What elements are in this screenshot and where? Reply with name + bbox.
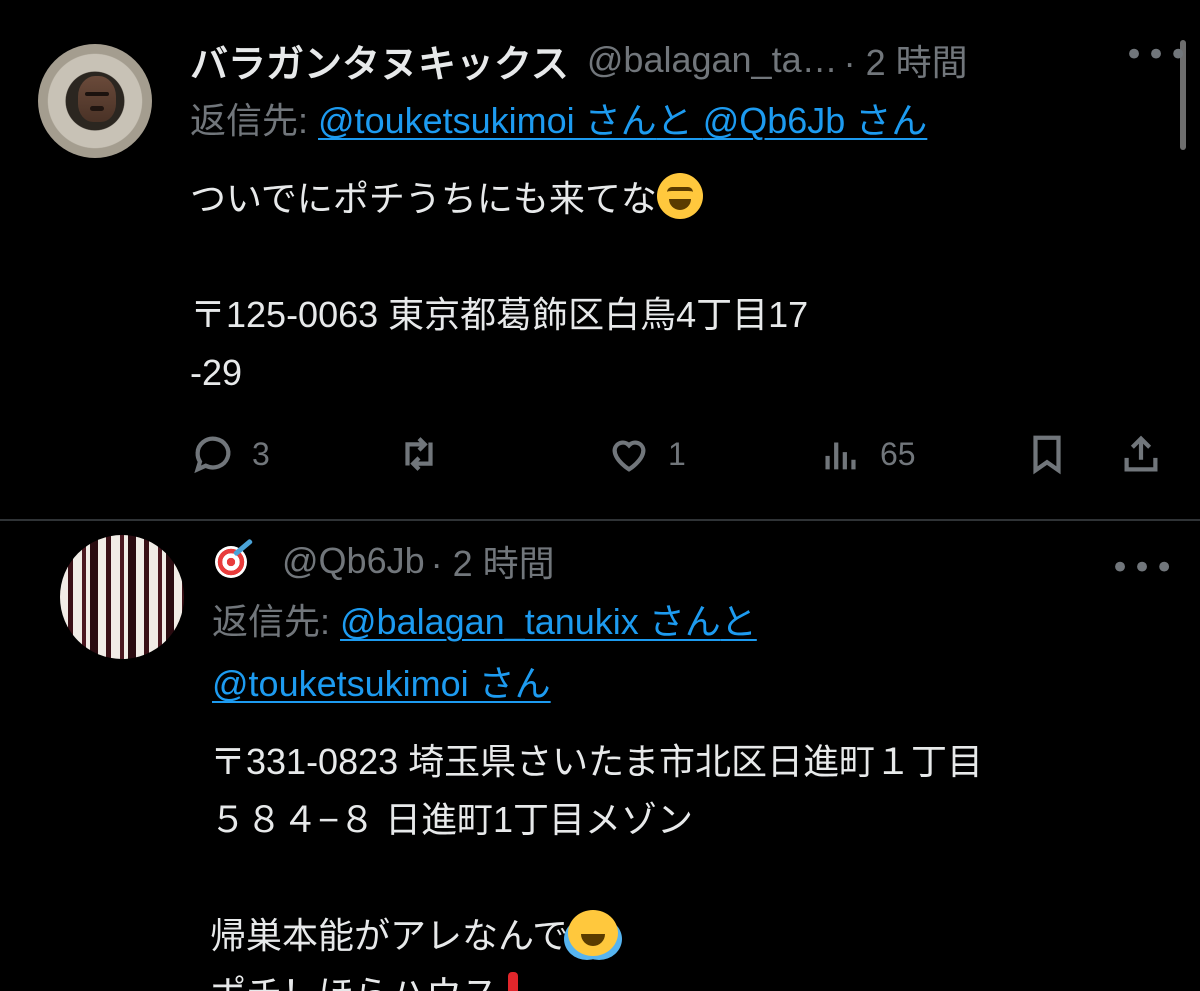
reply-bubble-icon xyxy=(194,436,231,474)
tweet-header: バラガンタヌキックス @balagan_ta… · 2 時間 xyxy=(190,30,968,90)
timestamp[interactable]: · 2 時間 xyxy=(431,535,555,587)
bookmark-button[interactable] xyxy=(1024,428,1070,480)
tweet-text: 〒331-0823 埼玉県さいたま市北区日進町１丁目 ５８４−８ 日進町1丁目メ… xyxy=(210,733,983,991)
retweet-icon xyxy=(405,437,433,471)
bookmark-icon xyxy=(1033,435,1061,475)
reply-button[interactable]: 3 xyxy=(190,428,270,480)
views-button[interactable]: 65 xyxy=(818,428,916,480)
text-line: 帰巣本能がアレなんで xyxy=(210,915,569,956)
more-dots-icon[interactable]: ••• xyxy=(1124,38,1190,72)
reply-to-user-qb6jb[interactable]: @Qb6Jb さん xyxy=(703,100,928,141)
text-line: ついでにポチうちにも来てな xyxy=(190,178,657,219)
avatar-face xyxy=(78,76,116,122)
text-line: 〒125-0063 東京都葛飾区白鳥4丁目17 xyxy=(190,294,809,335)
views-chart-icon xyxy=(825,442,856,470)
timestamp[interactable]: · 2 時間 xyxy=(844,34,968,86)
tweet-qb6jb[interactable]: @Qb6Jb · 2 時間 ••• 返信先: @balagan_tanukix … xyxy=(0,521,1200,991)
retweet-button[interactable] xyxy=(396,428,458,480)
display-name[interactable]: バラガンタヌキックス xyxy=(190,33,569,88)
text-line: -29 xyxy=(190,352,243,393)
more-dots-icon[interactable]: ••• xyxy=(1110,551,1176,585)
user-handle[interactable]: @Qb6Jb xyxy=(282,540,425,582)
reply-to-joiner: と xyxy=(656,100,703,141)
like-count: 1 xyxy=(668,435,686,472)
reply-to-user-touketsukimoi[interactable]: @touketsukimoi さん xyxy=(212,663,551,704)
text-line: ポチ！ほらハウス xyxy=(210,973,498,991)
reply-to-prefix: 返信先: xyxy=(190,100,319,141)
like-button[interactable]: 1 xyxy=(606,428,686,480)
heart-icon xyxy=(612,440,646,472)
tweet-header: @Qb6Jb · 2 時間 xyxy=(212,533,555,589)
text-line: ５８４−８ 日進町1丁目メゾン xyxy=(210,799,694,840)
avatar[interactable] xyxy=(60,535,184,659)
tweet-balagan[interactable]: バラガンタヌキックス @balagan_ta… · 2 時間 ••• 返信先: … xyxy=(0,0,1200,520)
exclamation-emoji-icon xyxy=(508,972,519,991)
reply-to-line: 返信先: @balagan_tanukix さんと @touketsukimoi … xyxy=(212,591,1132,715)
views-count: 65 xyxy=(880,435,916,472)
reply-to-user-balagan[interactable]: @balagan_tanukix さん xyxy=(340,601,721,642)
reply-to-prefix: 返信先: xyxy=(212,601,341,642)
tweet-text: ついでにポチうちにも来てな 〒125-0063 東京都葛飾区白鳥4丁目17 -2… xyxy=(190,170,808,402)
text-line: 〒331-0823 埼玉県さいたま市北区日進町１丁目 xyxy=(210,741,984,782)
avatar[interactable] xyxy=(38,44,152,158)
reply-to-line: 返信先: @touketsukimoi さんと @Qb6Jb さん xyxy=(190,90,927,152)
reply-count: 3 xyxy=(252,435,270,472)
reply-to-joiner: と xyxy=(720,601,757,642)
laughing-emoji-icon xyxy=(656,173,703,219)
user-handle[interactable]: @balagan_ta… xyxy=(587,39,838,81)
target-emoji-icon xyxy=(212,538,254,581)
reply-to-user-touketsukimoi[interactable]: @touketsukimoi さん xyxy=(318,100,657,141)
share-icon xyxy=(1124,435,1158,472)
tears-of-joy-emoji-icon xyxy=(568,910,619,956)
share-button[interactable] xyxy=(1118,428,1164,480)
action-bar: 3 1 65 xyxy=(190,428,1170,480)
